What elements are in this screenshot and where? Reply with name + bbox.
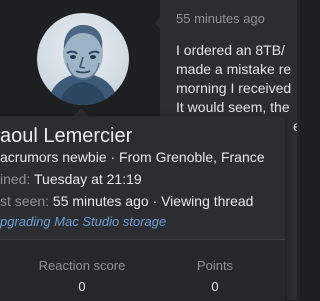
post-line: I ordered an 8TB/ (176, 42, 285, 58)
joined-row: ined: Tuesday at 21:19 (0, 171, 142, 187)
reaction-score-stat[interactable]: Reaction score 0 (12, 258, 152, 294)
portrait-image (47, 24, 119, 105)
avatar[interactable] (37, 13, 129, 105)
post-caret (155, 16, 161, 30)
last-seen-value: 55 minutes ago · Viewing thread (52, 193, 254, 209)
last-seen-row: st seen: 55 minutes ago · Viewing thread (0, 193, 253, 209)
last-seen-label: st seen: (0, 193, 50, 209)
points-stat[interactable]: Points 0 (145, 258, 285, 294)
scrollbar[interactable] (297, 0, 300, 300)
username[interactable]: aoul Lemercier (0, 125, 132, 148)
points-value: 0 (211, 279, 219, 294)
post-line: made a mistake re (176, 61, 292, 77)
post-line: It would seem, the (176, 99, 290, 115)
joined-label: ined: (0, 171, 31, 187)
reaction-score-value: 0 (78, 279, 86, 294)
joined-value: Tuesday at 21:19 (34, 171, 142, 187)
user-title: acrumors newbie · From Grenoble, France (0, 149, 265, 165)
stats-bar: Reaction score 0 Points 0 (0, 239, 285, 301)
activity-link[interactable]: pgrading Mac Studio storage (0, 214, 166, 229)
post-line: morning I received (176, 80, 292, 96)
post-timestamp[interactable]: 55 minutes ago (176, 11, 265, 26)
reaction-score-label: Reaction score (38, 258, 126, 273)
points-label: Points (196, 258, 234, 273)
